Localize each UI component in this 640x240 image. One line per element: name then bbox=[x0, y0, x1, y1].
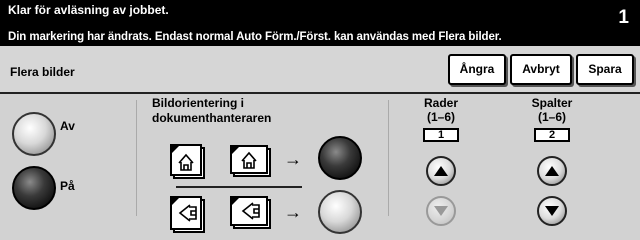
orientation-sideways-radio[interactable] bbox=[318, 190, 362, 234]
arrow-icon: → bbox=[284, 202, 302, 222]
document-upright-icon bbox=[170, 144, 205, 179]
title-bar: Flera bilder Ångra Avbryt Spara bbox=[0, 46, 640, 94]
columns-up-button[interactable] bbox=[537, 156, 567, 186]
document-upright-icon bbox=[230, 145, 271, 177]
multiple-images-on-radio[interactable] bbox=[12, 166, 56, 210]
rows-up-button[interactable] bbox=[426, 156, 456, 186]
columns-down-button[interactable] bbox=[537, 196, 567, 226]
rows-down-button[interactable] bbox=[426, 196, 456, 226]
on-label: På bbox=[60, 179, 75, 193]
multiple-images-off-radio[interactable] bbox=[12, 112, 56, 156]
off-label: Av bbox=[60, 119, 75, 133]
document-rotated-icon bbox=[230, 196, 271, 229]
triangle-down-icon bbox=[545, 206, 559, 216]
separator bbox=[176, 186, 302, 188]
columns-label: Spalter (1–6) bbox=[531, 96, 573, 124]
status-message: Klar för avläsning av jobbet. bbox=[8, 3, 169, 17]
status-warning: Din markering har ändrats. Endast normal… bbox=[8, 31, 502, 43]
orientation-upright-radio[interactable] bbox=[318, 136, 362, 180]
triangle-up-icon bbox=[434, 166, 448, 176]
arrow-icon: → bbox=[284, 149, 302, 169]
job-count: 1 bbox=[618, 7, 629, 28]
columns-value: 2 bbox=[534, 128, 570, 142]
status-bar: Klar för avläsning av jobbet. Din marker… bbox=[0, 0, 640, 46]
undo-button[interactable]: Ångra bbox=[448, 54, 506, 85]
document-rotated-icon bbox=[170, 196, 205, 233]
save-button[interactable]: Spara bbox=[576, 54, 634, 85]
rows-label: Rader (1–6) bbox=[423, 96, 458, 124]
triangle-up-icon bbox=[545, 166, 559, 176]
triangle-down-icon bbox=[434, 206, 448, 216]
orientation-title: Bildorientering i dokumenthanteraren bbox=[152, 96, 272, 125]
page-title: Flera bilder bbox=[10, 65, 75, 79]
divider bbox=[136, 100, 137, 216]
cancel-button[interactable]: Avbryt bbox=[510, 54, 572, 85]
rows-value: 1 bbox=[423, 128, 459, 142]
divider bbox=[388, 100, 389, 216]
